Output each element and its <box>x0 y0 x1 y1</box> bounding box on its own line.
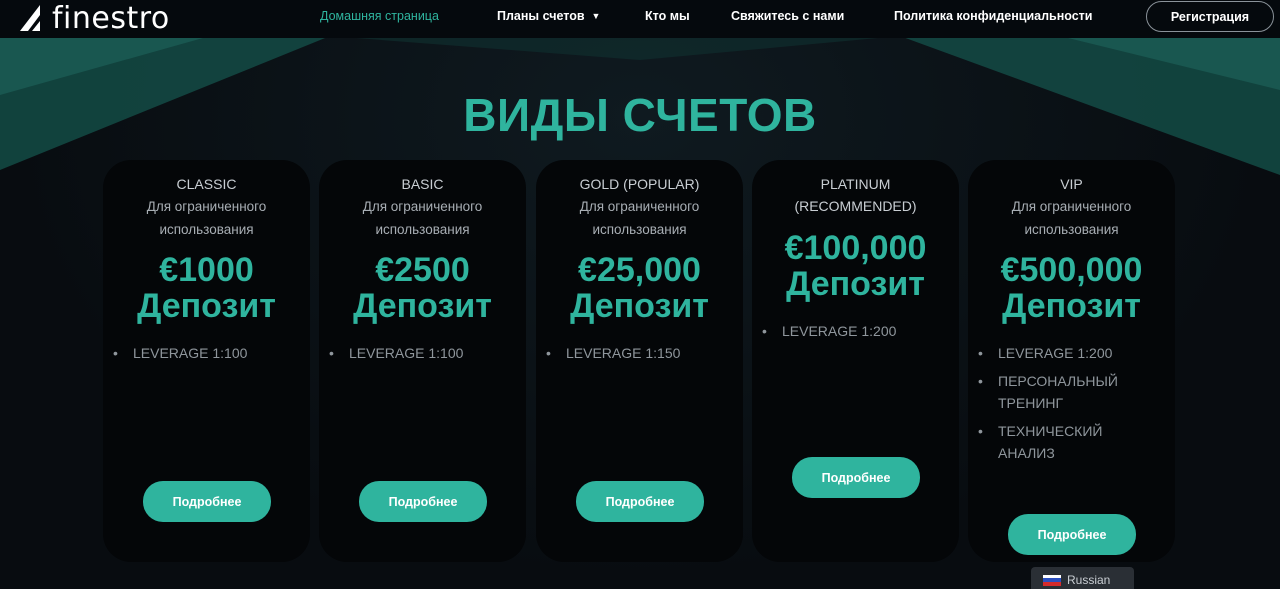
plan-subtitle-line2: использования <box>1024 222 1119 237</box>
russia-flag-icon <box>1043 574 1061 586</box>
plan-card-basic: BASIC Для ограниченного использования €2… <box>319 160 526 562</box>
nav-plans[interactable]: Планы счетов ▼ <box>497 9 600 23</box>
brand-name: finestro <box>52 0 170 36</box>
plan-features: LEVERAGE 1:100 <box>103 342 310 364</box>
plan-name-line1: PLATINUM <box>820 176 891 192</box>
plan-feature: LEVERAGE 1:200 <box>978 342 1153 364</box>
plan-feature: ПЕРСОНАЛЬНЫЙ ТРЕНИНГ <box>978 370 1153 414</box>
language-label: Russian <box>1067 573 1111 587</box>
plan-feature: LEVERAGE 1:200 <box>762 320 945 342</box>
plan-card-platinum: PLATINUM (RECOMMENDED) €100,000 Депозит … <box>752 160 959 562</box>
plan-feature: LEVERAGE 1:100 <box>329 342 512 364</box>
plan-price: €100,000 <box>784 229 927 267</box>
plan-name: CLASSIC <box>176 176 237 192</box>
register-button[interactable]: Регистрация <box>1146 1 1274 32</box>
plan-feature: ТЕХНИЧЕСКИЙ АНАЛИЗ <box>978 420 1153 464</box>
details-button[interactable]: Подробнее <box>143 481 271 522</box>
nav-about[interactable]: Кто мы <box>645 9 690 23</box>
nav-plans-label: Планы счетов <box>497 9 585 23</box>
plan-subtitle-line1: Для ограниченного <box>362 199 483 214</box>
plan-subtitle-line1: Для ограниченного <box>579 199 700 214</box>
brand-logo[interactable]: finestro <box>18 0 170 36</box>
nav-contact[interactable]: Свяжитесь с нами <box>731 9 844 23</box>
site-header: finestro Домашняя страница Планы счетов ▼… <box>0 0 1280 38</box>
plan-card-gold: GOLD (POPULAR) Для ограниченного использ… <box>536 160 743 562</box>
nav-privacy[interactable]: Политика конфиденциальности <box>894 9 1092 23</box>
plan-price: €1000 <box>159 251 254 289</box>
page-title: ВИДЫ СЧЕТОВ <box>463 89 817 141</box>
plan-name: VIP <box>1060 176 1083 192</box>
plan-price-label: Депозит <box>137 287 276 325</box>
finestro-logo-mark-icon <box>20 5 40 31</box>
plan-subtitle-line1: Для ограниченного <box>146 199 267 214</box>
plan-price: €2500 <box>375 251 470 289</box>
plan-features: LEVERAGE 1:200 <box>752 320 959 342</box>
chevron-down-icon: ▼ <box>591 11 601 21</box>
plan-card-vip: VIP Для ограниченного использования €500… <box>968 160 1175 562</box>
plan-name: GOLD (POPULAR) <box>579 176 700 192</box>
plan-name-line2: (RECOMMENDED) <box>794 198 917 214</box>
plan-feature: LEVERAGE 1:150 <box>546 342 729 364</box>
plan-subtitle-line2: использования <box>375 222 470 237</box>
details-button[interactable]: Подробнее <box>1008 514 1136 555</box>
plan-subtitle-line2: использования <box>159 222 254 237</box>
plan-features: LEVERAGE 1:100 <box>319 342 526 364</box>
language-switcher[interactable]: Russian <box>1031 567 1134 589</box>
nav-home[interactable]: Домашняя страница <box>320 9 439 23</box>
plan-subtitle-line1: Для ограниченного <box>1011 199 1132 214</box>
plan-features: LEVERAGE 1:200 ПЕРСОНАЛЬНЫЙ ТРЕНИНГ ТЕХН… <box>968 342 1175 464</box>
plan-card-classic: CLASSIC Для ограниченного использования … <box>103 160 310 562</box>
plan-name: BASIC <box>401 176 444 192</box>
plan-price: €500,000 <box>1000 251 1143 289</box>
plan-price-label: Депозит <box>570 287 709 325</box>
plan-price-label: Депозит <box>353 287 492 325</box>
plan-price-label: Депозит <box>786 265 925 303</box>
details-button[interactable]: Подробнее <box>792 457 920 498</box>
plan-feature: LEVERAGE 1:100 <box>113 342 296 364</box>
details-button[interactable]: Подробнее <box>576 481 704 522</box>
plan-subtitle-line2: использования <box>592 222 687 237</box>
plan-price: €25,000 <box>578 251 701 289</box>
plan-features: LEVERAGE 1:150 <box>536 342 743 364</box>
details-button[interactable]: Подробнее <box>359 481 487 522</box>
plan-price-label: Депозит <box>1002 287 1141 325</box>
